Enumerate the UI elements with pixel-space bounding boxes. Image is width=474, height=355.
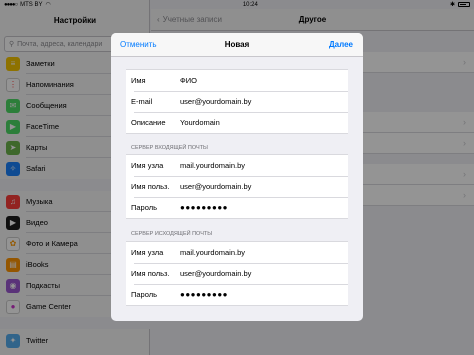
modal-nav-bar: Отменить Новая Далее [111,33,363,57]
incoming-section-header: СЕРВЕР ВХОДЯЩЕЙ ПОЧТЫ [131,145,208,151]
field-value[interactable]: user@yourdomain.by [180,97,348,106]
outgoing-group: Имя узла mail.yourdomain.by Имя польз. u… [126,241,348,306]
field-label: Имя [131,76,146,85]
field-value[interactable]: ●●●●●●●●● [180,290,348,299]
field-label: Имя польз. [131,182,170,191]
field-value[interactable]: Yourdomain [180,118,348,127]
field-label: Пароль [131,290,158,299]
outgoing-section-header: СЕРВЕР ИСХОДЯЩЕЙ ПОЧТЫ [131,231,213,237]
field-value[interactable]: ●●●●●●●●● [180,203,348,212]
field-label: Описание [131,118,166,127]
outgoing-username-field[interactable]: Имя польз. user@yourdomain.by [126,263,348,284]
cancel-button[interactable]: Отменить [120,40,157,49]
outgoing-host-field[interactable]: Имя узла mail.yourdomain.by [126,242,348,263]
field-value[interactable]: user@yourdomain.by [180,182,348,191]
field-label: E-mail [131,97,153,106]
field-label: Пароль [131,203,158,212]
field-value[interactable]: mail.yourdomain.by [180,161,348,170]
incoming-password-field[interactable]: Пароль ●●●●●●●●● [126,197,348,218]
description-field[interactable]: Описание Yourdomain [126,112,348,133]
next-button[interactable]: Далее [329,40,353,49]
field-label: Имя польз. [131,269,170,278]
incoming-username-field[interactable]: Имя польз. user@yourdomain.by [126,176,348,197]
field-label: Имя узла [131,161,164,170]
field-label: Имя узла [131,248,164,257]
incoming-host-field[interactable]: Имя узла mail.yourdomain.by [126,155,348,176]
email-field[interactable]: E-mail user@yourdomain.by [126,91,348,112]
new-account-modal: Отменить Новая Далее Имя ФИО E-mail user… [111,33,363,321]
name-field[interactable]: Имя ФИО [126,70,348,91]
field-value[interactable]: user@yourdomain.by [180,269,348,278]
field-value[interactable]: mail.yourdomain.by [180,248,348,257]
outgoing-password-field[interactable]: Пароль ●●●●●●●●● [126,284,348,305]
account-group: Имя ФИО E-mail user@yourdomain.by Описан… [126,69,348,134]
incoming-group: Имя узла mail.yourdomain.by Имя польз. u… [126,154,348,219]
field-value[interactable]: ФИО [180,76,348,85]
